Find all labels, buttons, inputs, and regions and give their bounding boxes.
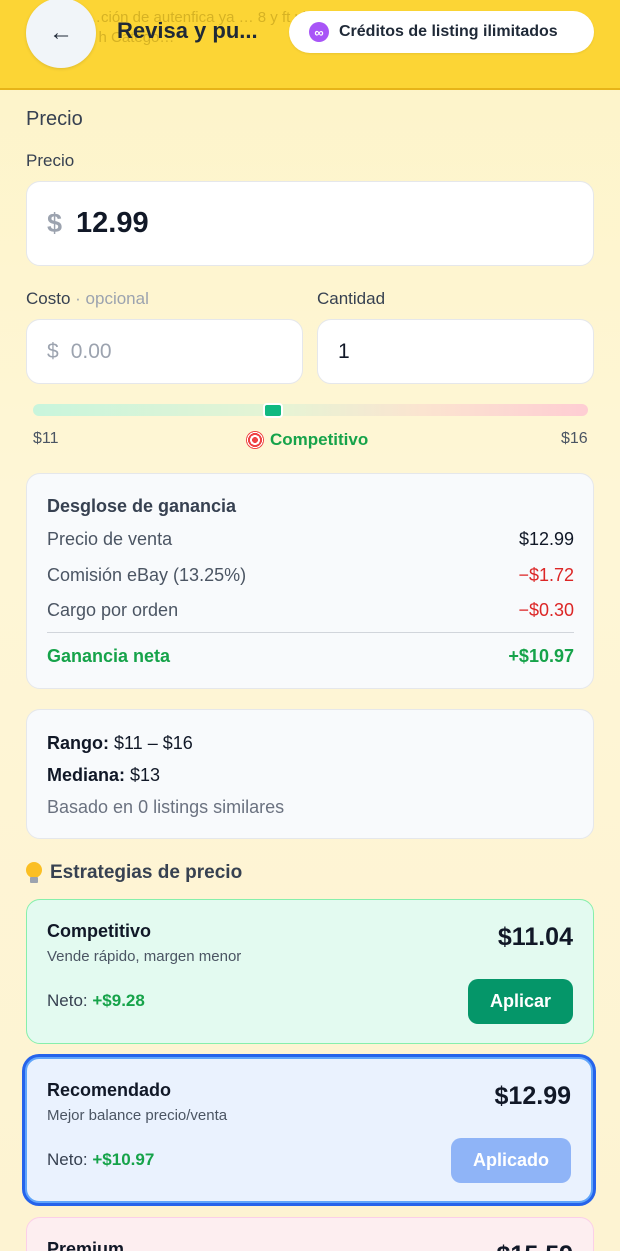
divider: [47, 632, 574, 633]
strategy-name: Competitivo: [47, 921, 152, 941]
price-label: Precio: [26, 151, 75, 170]
applied-button[interactable]: Aplicado: [451, 1138, 571, 1183]
quantity-label: Cantidad: [317, 289, 386, 308]
cost-label: Costo · opcional: [26, 289, 149, 308]
cost-placeholder: 0.00: [70, 339, 112, 363]
range-line: Rango: $11 – $16: [47, 733, 193, 753]
currency-symbol: $: [47, 208, 63, 238]
strategy-card-premium[interactable]: Premium $15.59: [26, 1217, 594, 1251]
credits-badge[interactable]: ∞ Créditos de listing ilimitados: [289, 11, 594, 53]
price-range-card: Rango: $11 – $16 Mediana: $13 Basado en …: [26, 709, 594, 839]
strategy-net: Neto: +$9.28: [47, 991, 145, 1010]
breakdown-title: Desglose de ganancia: [47, 496, 237, 516]
based-on-text: Basado en 0 listings similares: [47, 797, 285, 817]
lightbulb-icon: [26, 862, 42, 884]
strategy-price: $15.59: [497, 1241, 573, 1251]
cost-input[interactable]: $ 0.00: [26, 319, 303, 384]
slider-status-label: Competitivo: [270, 430, 369, 449]
page-title: Revisa y pu...: [117, 18, 258, 43]
currency-symbol: $: [47, 339, 59, 363]
back-button[interactable]: ←: [26, 0, 96, 68]
strategy-card-competitive[interactable]: Competitivo Vende rápido, margen menor $…: [26, 899, 594, 1044]
breakdown-row: Cargo por orden −$0.30: [47, 600, 574, 620]
strategy-desc: Vende rápido, margen menor: [47, 948, 242, 965]
slider-min-label: $11: [33, 430, 59, 447]
breakdown-row: Precio de venta $12.99: [47, 529, 574, 549]
profit-breakdown-card: Desglose de ganancia Precio de venta $12.…: [26, 473, 594, 689]
credits-label: Créditos de listing ilimitados: [339, 23, 558, 40]
apply-button[interactable]: Aplicar: [468, 979, 573, 1024]
strategies-title: Estrategias de precio: [26, 862, 242, 884]
price-slider-track[interactable]: [33, 404, 588, 416]
price-input[interactable]: $ 12.99: [26, 181, 594, 266]
breakdown-row: Comisión eBay (13.25%) −$1.72: [47, 565, 574, 585]
top-header: …ción de autenfica ya … 8 y ft ulg n h C…: [0, 0, 620, 90]
median-line: Mediana: $13: [47, 765, 161, 785]
cost-optional-hint: · opcional: [70, 289, 149, 308]
strategy-net: Neto: +$10.97: [47, 1150, 155, 1169]
slider-status: Competitivo: [246, 430, 368, 450]
strategy-name: Premium: [47, 1239, 125, 1251]
infinity-icon: ∞: [309, 22, 329, 42]
strategy-card-recommended[interactable]: Recomendado Mejor balance precio/venta $…: [25, 1057, 593, 1203]
target-icon: [246, 431, 264, 449]
net-profit-row: Ganancia neta +$10.97: [47, 646, 574, 666]
price-section-title: Precio: [26, 108, 83, 130]
quantity-value: 1: [338, 339, 350, 363]
quantity-input[interactable]: 1: [317, 319, 594, 384]
price-slider-thumb[interactable]: [263, 403, 284, 418]
strategy-name: Recomendado: [47, 1080, 172, 1100]
price-value: 12.99: [76, 207, 149, 239]
arrow-left-icon: ←: [49, 19, 73, 46]
strategy-desc: Mejor balance precio/venta: [47, 1107, 228, 1124]
strategy-price: $12.99: [494, 1082, 571, 1110]
slider-max-label: $16: [561, 430, 588, 447]
strategy-price: $11.04: [497, 923, 573, 951]
